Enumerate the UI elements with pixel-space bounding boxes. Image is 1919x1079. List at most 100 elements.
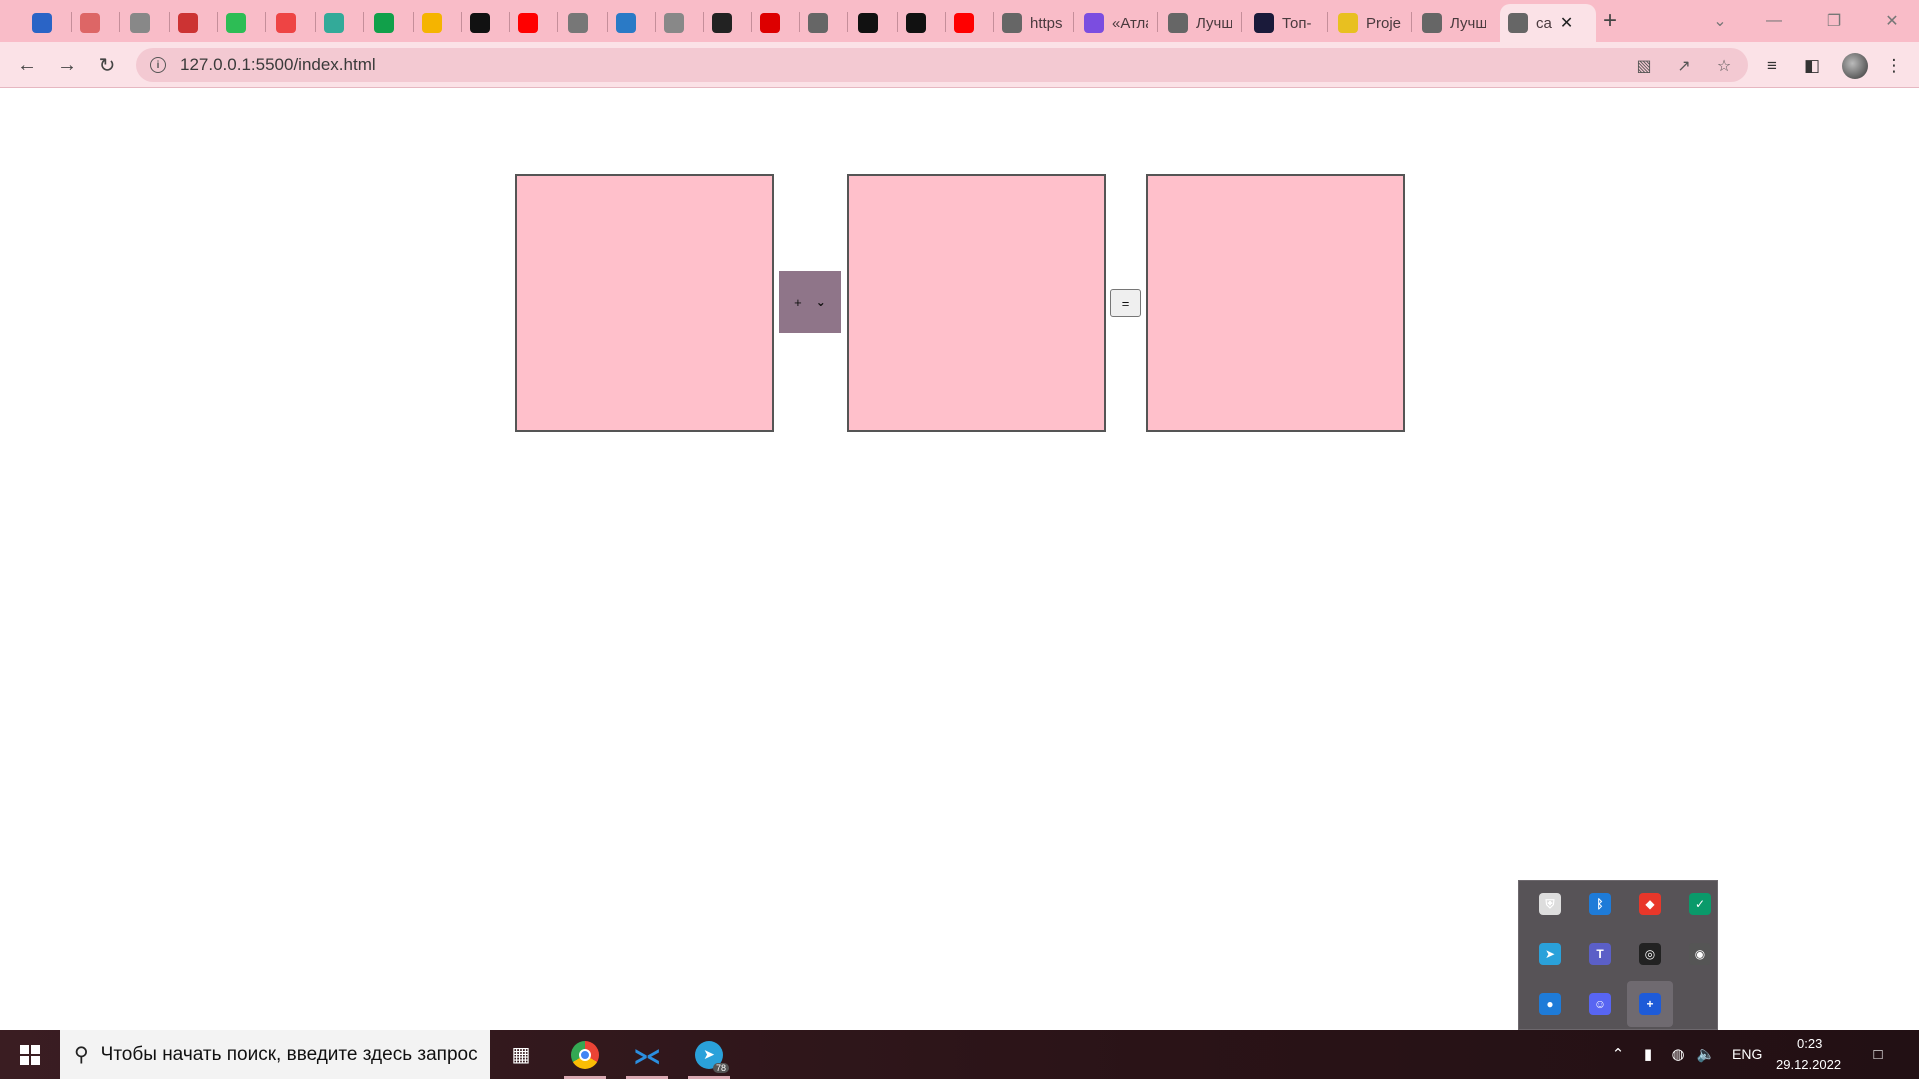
github-icon	[470, 13, 490, 33]
battery-icon[interactable]: ▮	[1638, 1044, 1658, 1064]
browser-tab[interactable]	[72, 4, 118, 42]
tab-separator	[1073, 12, 1074, 32]
browser-tab[interactable]	[366, 4, 412, 42]
browser-tab[interactable]	[170, 4, 216, 42]
teams-icon[interactable]: T	[1589, 943, 1611, 965]
tab-search-icon[interactable]: ⌄	[1700, 6, 1740, 36]
browser-tab[interactable]	[316, 4, 362, 42]
browser-tab[interactable]	[462, 4, 508, 42]
close-tab-icon[interactable]: ✕	[1560, 13, 1573, 33]
tab-separator	[1411, 12, 1412, 32]
address-bar[interactable]: i 127.0.0.1:5500/index.html ▧ ↗ ☆	[136, 48, 1748, 82]
chrome-icon[interactable]	[556, 1030, 614, 1079]
media-control-icon[interactable]: ≡	[1760, 54, 1784, 78]
shield-icon[interactable]: ⛨	[1539, 893, 1561, 915]
side-panel-icon[interactable]: ◧	[1800, 54, 1824, 78]
clock-time[interactable]: 0:23	[1797, 1036, 1822, 1051]
browser-tab[interactable]	[268, 4, 314, 42]
minimize-icon[interactable]: —	[1754, 6, 1794, 36]
drive-icon	[422, 13, 442, 33]
show-hidden-icons-chevron-icon[interactable]: ⌃	[1608, 1044, 1628, 1064]
browser-tab[interactable]: Proje	[1330, 4, 1410, 42]
telegram-icon[interactable]: ➤	[1539, 943, 1561, 965]
plus-green-icon	[374, 13, 394, 33]
tab-title: «Атла	[1112, 14, 1148, 32]
clock-date[interactable]: 29.12.2022	[1776, 1057, 1841, 1072]
result-box	[1146, 174, 1405, 432]
tab-separator	[1327, 12, 1328, 32]
operator-select[interactable]: + ⌄	[779, 271, 841, 333]
browser-tab[interactable]: ca ✕	[1500, 4, 1596, 42]
tab-title: Топ-	[1282, 14, 1312, 32]
start-button[interactable]	[0, 1030, 60, 1079]
nvidia-icon[interactable]: ◎	[1639, 943, 1661, 965]
language-indicator[interactable]: ENG	[1732, 1046, 1762, 1062]
browser-tab[interactable]	[704, 4, 750, 42]
search-icon: ⚲	[74, 1044, 89, 1066]
browser-tab[interactable]	[850, 4, 896, 42]
globe-icon	[1508, 13, 1528, 33]
face-icon	[130, 13, 150, 33]
camera-icon[interactable]: ◉	[1689, 943, 1711, 965]
url-text: 127.0.0.1:5500/index.html	[180, 55, 376, 74]
first-operand-box[interactable]	[515, 174, 774, 432]
reload-icon[interactable]: ↻	[92, 50, 122, 80]
profile-avatar[interactable]	[1842, 53, 1868, 79]
browser-tab[interactable]	[24, 4, 70, 42]
youtube-icon	[518, 13, 538, 33]
menu-kebab-icon[interactable]: ⋮	[1882, 54, 1906, 78]
close-window-icon[interactable]: ✕	[1872, 6, 1912, 36]
github-icon	[858, 13, 878, 33]
tab-title: Лучш	[1196, 14, 1232, 32]
new-tab-button[interactable]: +	[1596, 7, 1624, 35]
translate-icon[interactable]: ▧	[1632, 54, 1656, 78]
browser-tab[interactable]	[510, 4, 556, 42]
share-icon[interactable]: ↗	[1672, 54, 1696, 78]
telegram-badge: 78	[712, 1062, 729, 1073]
vpn-shield-icon[interactable]: ✓	[1689, 893, 1711, 915]
tab-separator	[265, 12, 266, 32]
bot-icon	[568, 13, 588, 33]
browser-tab[interactable]: Лучш	[1160, 4, 1240, 42]
tray-overflow-popup: ⛨ ᛒ ◆ ✓ ➤ T ◎ ◉ ● ☺ +	[1518, 880, 1718, 1030]
notifications-icon[interactable]: □	[1868, 1044, 1888, 1064]
red-circle-icon	[276, 13, 296, 33]
browser-tab[interactable]	[752, 4, 798, 42]
bookmark-star-icon[interactable]: ☆	[1712, 54, 1736, 78]
browser-tab[interactable]	[608, 4, 654, 42]
browser-tab[interactable]: Топ-	[1246, 4, 1326, 42]
discord-icon[interactable]: ☺	[1589, 993, 1611, 1015]
taskbar-search[interactable]: ⚲ Чтобы начать поиск, введите здесь запр…	[60, 1030, 490, 1079]
browser-tab[interactable]	[656, 4, 702, 42]
restore-icon[interactable]: ❐	[1814, 6, 1854, 36]
globe-icon	[808, 13, 828, 33]
browser-tab[interactable]: «Атла	[1076, 4, 1156, 42]
back-icon[interactable]: ←	[12, 50, 42, 80]
anydesk-icon[interactable]: ◆	[1639, 893, 1661, 915]
browser-tab[interactable]	[946, 4, 992, 42]
pin-icon[interactable]: ●	[1539, 993, 1561, 1015]
browser-tab[interactable]	[414, 4, 460, 42]
vscode-icon[interactable]: ⪥	[618, 1030, 676, 1079]
browser-tab[interactable]: Лучш	[1414, 4, 1494, 42]
browser-toolbar: ← → ↻ i 127.0.0.1:5500/index.html ▧ ↗ ☆ …	[0, 42, 1919, 88]
browser-tab[interactable]	[560, 4, 606, 42]
forward-icon[interactable]: →	[52, 50, 82, 80]
plus-icon[interactable]: +	[1639, 993, 1661, 1015]
star-yellow-icon	[1338, 13, 1358, 33]
volume-icon[interactable]: 🔈	[1696, 1044, 1716, 1064]
wifi-icon[interactable]: ◍	[1668, 1044, 1688, 1064]
browser-tab[interactable]	[800, 4, 846, 42]
telegram-icon[interactable]: ➤ 78	[680, 1030, 738, 1079]
bluetooth-icon[interactable]: ᛒ	[1589, 893, 1611, 915]
tab-separator	[119, 12, 120, 32]
site-info-icon[interactable]: i	[150, 57, 166, 73]
equals-button[interactable]: =	[1110, 289, 1141, 317]
browser-tab[interactable]	[122, 4, 168, 42]
browser-tab[interactable]	[218, 4, 264, 42]
second-operand-box[interactable]	[847, 174, 1106, 432]
task-view-icon[interactable]: ▦	[492, 1030, 550, 1079]
browser-tab[interactable]: https	[994, 4, 1072, 42]
globe-icon	[1002, 13, 1022, 33]
browser-tab[interactable]	[898, 4, 944, 42]
